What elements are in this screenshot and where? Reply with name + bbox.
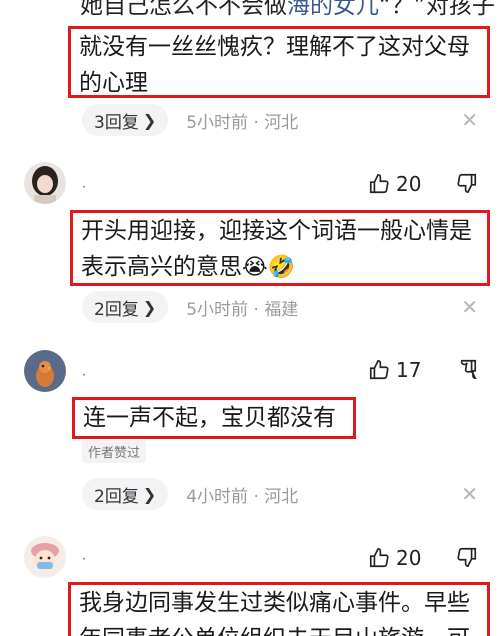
comment-1-text: 就没有一丝丝愧疚？理解不了这对父母 的心理 (68, 26, 490, 98)
thumbs-up-icon (369, 360, 389, 380)
like-button[interactable]: 20 (368, 546, 421, 570)
comment-1-time-location: 5小时前 · 河北 (186, 112, 299, 133)
comment-1-cut-text: 她自己怎么不不会做海的女儿“？”对孩子 (80, 0, 495, 20)
laughing-emoji: 🤣 (267, 254, 296, 280)
comment-4-line-1: 我身边同事发生过类似痛心事件。早些 (79, 590, 470, 616)
comment-1-meta: 3回复 ❯ 5小时前 · 河北 (82, 104, 298, 136)
reply-count: 2回复 (94, 486, 139, 507)
avatar[interactable] (24, 350, 66, 392)
like-button[interactable]: 20 (368, 172, 421, 196)
close-icon[interactable]: ✕ (461, 108, 478, 132)
chevron-right-icon: ❯ (142, 484, 157, 504)
comment-3-line-1: 连一声不起，宝贝都没有 (83, 405, 336, 431)
like-count: 17 (396, 358, 422, 382)
comment-4-line-2: 年同事老公单位组织去天目山旅游，可 (79, 621, 479, 636)
comment-2-reply-button[interactable]: 2回复 ❯ (82, 291, 169, 323)
reply-count: 2回复 (94, 299, 139, 320)
username[interactable]: · (82, 180, 86, 194)
dislike-button[interactable] (456, 546, 478, 572)
cut-rest: “？”对孩子 (379, 0, 495, 19)
thumbs-down-icon (457, 547, 477, 567)
username[interactable]: · (82, 552, 86, 566)
reply-count: 3回复 (94, 112, 139, 133)
dislike-button[interactable] (456, 172, 478, 198)
thumbs-down-icon (457, 173, 477, 193)
comment-3-time-location: 4小时前 · 河北 (186, 486, 299, 507)
avatar[interactable] (24, 162, 66, 204)
close-icon[interactable]: ✕ (461, 295, 478, 319)
crying-emoji: 😭 (242, 254, 268, 280)
thumbs-up-icon (369, 548, 389, 568)
avatar[interactable] (24, 536, 66, 578)
username[interactable]: · (82, 368, 86, 382)
dislike-button[interactable] (456, 358, 478, 384)
comment-4-text: 我身边同事发生过类似痛心事件。早些 年同事老公单位组织去天目山旅游，可 (68, 582, 490, 636)
like-count: 20 (396, 546, 422, 570)
comment-3-meta: 2回复 ❯ 4小时前 · 河北 (82, 478, 298, 510)
comment-2-meta: 2回复 ❯ 5小时前 · 福建 (82, 291, 298, 323)
chevron-right-icon: ❯ (142, 110, 157, 130)
comment-3-text: 连一声不起，宝贝都没有 (72, 397, 356, 439)
comment-2-text: 开头用迎接，迎接这个词语一般心情是 表示高兴的意思😭🤣 (70, 210, 490, 286)
comment-2-line-2-text: 表示高兴的意思 (81, 254, 242, 280)
comment-2-line-2: 表示高兴的意思😭🤣 (81, 249, 479, 286)
close-icon[interactable]: ✕ (461, 482, 478, 506)
cut-link[interactable]: 海的女儿 (287, 0, 379, 19)
like-count: 20 (396, 172, 422, 196)
comment-1-reply-button[interactable]: 3回复 ❯ (82, 104, 169, 136)
like-button[interactable]: 17 (368, 358, 421, 382)
author-liked-badge: 作者赞过 (82, 440, 147, 463)
chevron-right-icon: ❯ (142, 297, 157, 317)
comment-1-line-2: 的心理 (79, 70, 148, 96)
comment-1-line-1: 就没有一丝丝愧疚？理解不了这对父母 (79, 34, 470, 60)
comment-2-time-location: 5小时前 · 福建 (186, 299, 299, 320)
thumbs-up-icon (369, 174, 389, 194)
comment-2-line-1: 开头用迎接，迎接这个词语一般心情是 (81, 218, 472, 244)
comment-3-reply-button[interactable]: 2回复 ❯ (82, 478, 169, 510)
thumbs-down-icon (460, 359, 477, 379)
cut-text: 她自己怎么不不会做 (80, 0, 287, 19)
